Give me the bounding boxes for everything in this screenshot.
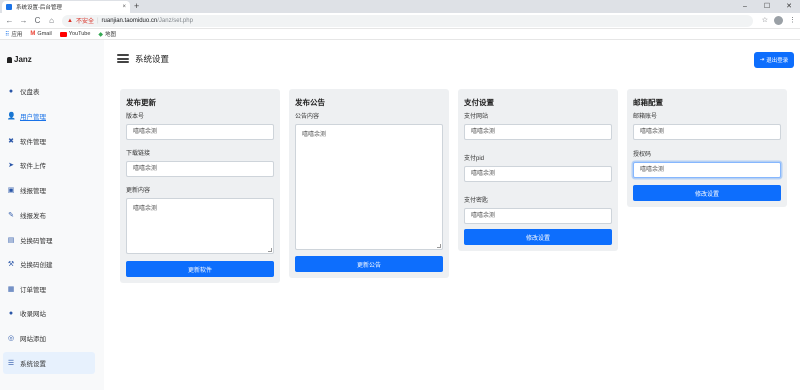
- sidebar-item-publish-report[interactable]: ✎ 线报发布: [3, 204, 95, 226]
- tab-close-icon[interactable]: ×: [122, 4, 126, 10]
- update-notice-button[interactable]: 更新公告: [295, 256, 443, 272]
- bookmark-apps[interactable]: ⠿ 应用: [5, 30, 22, 39]
- window-controls: – ☐ ✕: [734, 0, 800, 13]
- card-publish-notice: 发布公告 公告内容 嘻嘻余测 更新公告: [289, 89, 449, 278]
- version-input[interactable]: 嘻嘻余测: [126, 124, 274, 140]
- sidebar-item-add-site[interactable]: ◎ 网站添加: [3, 327, 95, 349]
- update-content-textarea[interactable]: 嘻嘻余测: [126, 198, 274, 254]
- auth-code-label: 授权码: [633, 152, 652, 158]
- url-path: /Janz/set.php: [157, 17, 193, 24]
- minimize-button[interactable]: –: [734, 0, 756, 13]
- update-software-button[interactable]: 更新软件: [126, 261, 274, 277]
- auth-code-input[interactable]: 嘻嘻余测: [633, 162, 781, 178]
- tools-icon: ✖: [8, 138, 14, 145]
- bookmark-youtube[interactable]: YouTube: [59, 31, 90, 37]
- browser-tab-strip: 系统设置-后台管理 × + – ☐ ✕: [0, 0, 800, 13]
- browser-menu-icon[interactable]: ⋮: [789, 16, 796, 25]
- toolbar-actions: ☆ ⋮: [762, 16, 796, 25]
- bookmark-star-icon[interactable]: ☆: [762, 16, 768, 25]
- sidebar-item-sites[interactable]: ● 收录网站: [3, 302, 95, 324]
- back-button[interactable]: ←: [4, 16, 15, 25]
- sidebar-item-users[interactable]: 👤 用户管理: [3, 105, 95, 127]
- sidebar-item-reports[interactable]: ▣ 线报管理: [3, 179, 95, 201]
- user-icon: 👤: [7, 113, 16, 120]
- version-label: 版本号: [126, 114, 145, 120]
- tab-title: 系统设置-后台管理: [16, 5, 62, 11]
- page-title: 系统设置: [135, 54, 170, 64]
- card-release-update: 发布更新 版本号 嘻嘻余测 下载链接 嘻嘻余测 更新内容 嘻嘻余测 更新软件: [120, 89, 280, 283]
- hammer-icon: ⚒: [7, 261, 15, 268]
- sidebar-item-dashboard[interactable]: ● 仪盘表: [3, 80, 95, 102]
- save-mail-button[interactable]: 修改设置: [633, 185, 781, 201]
- brand-name: Janz: [14, 55, 32, 64]
- globe-icon: ●: [8, 309, 14, 317]
- sidebar-item-orders[interactable]: ▦ 订单管理: [3, 278, 95, 300]
- sidebar: Janz ● 仪盘表 👤 用户管理 ✖ 软件管理 ➤ 软件上传 ▣ 线报管理 ✎…: [0, 40, 104, 390]
- resize-handle[interactable]: [437, 244, 441, 248]
- url-host: ruanjian.taomiduo.cn: [101, 17, 158, 24]
- pay-site-input[interactable]: 嘻嘻余测: [464, 124, 612, 140]
- list-icon: ☰: [7, 360, 15, 367]
- pay-pid-label: 支付pid: [464, 156, 485, 162]
- board-icon: ▣: [7, 187, 15, 194]
- close-window-button[interactable]: ✕: [778, 0, 800, 13]
- address-bar[interactable]: ▲ 不安全 | ruanjian.taomiduo.cn/Janz/set.ph…: [62, 14, 753, 27]
- url-text: ruanjian.taomiduo.cn/Janz/set.php: [102, 18, 193, 24]
- bookmark-maps[interactable]: ◆ 地图: [98, 30, 116, 39]
- sidebar-item-create-code[interactable]: ⚒ 兑换码创建: [3, 253, 95, 275]
- insecure-label: 不安全: [75, 19, 94, 25]
- home-button[interactable]: ⌂: [46, 16, 57, 25]
- resize-handle[interactable]: [268, 248, 272, 252]
- card-mail-config: 邮箱配置 邮箱账号 嘻嘻余测 授权码 嘻嘻余测 修改设置: [627, 89, 787, 207]
- pay-key-label: 支付密匙: [464, 198, 489, 204]
- logout-icon: ⇥: [759, 57, 765, 63]
- gmail-icon: M: [30, 31, 36, 37]
- logo-icon: [7, 56, 12, 63]
- maps-icon: ◆: [98, 31, 104, 38]
- pay-key-input[interactable]: 嘻嘻余测: [464, 208, 612, 224]
- notice-content-textarea[interactable]: 嘻嘻余测: [295, 124, 443, 250]
- apps-grid-icon: ⠿: [5, 31, 10, 38]
- youtube-icon: [59, 31, 67, 37]
- notice-content-label: 公告内容: [295, 114, 320, 120]
- orders-icon: ▦: [7, 286, 15, 293]
- forward-button[interactable]: →: [18, 16, 29, 25]
- sidebar-item-settings[interactable]: ☰ 系统设置: [3, 352, 95, 374]
- save-payment-button[interactable]: 修改设置: [464, 229, 612, 245]
- link-icon: ◎: [7, 335, 15, 342]
- download-link-label: 下载链接: [126, 151, 151, 157]
- new-tab-button[interactable]: +: [134, 1, 139, 12]
- card-title: 支付设置: [464, 98, 494, 107]
- bookmarks-bar: ⠿ 应用 M Gmail YouTube ◆ 地图: [0, 29, 800, 40]
- update-content-label: 更新内容: [126, 188, 151, 194]
- maximize-button[interactable]: ☐: [756, 0, 778, 13]
- card-title: 发布公告: [295, 98, 325, 107]
- profile-avatar[interactable]: [774, 16, 783, 25]
- edit-icon: ✎: [8, 212, 14, 219]
- mail-account-label: 邮箱账号: [633, 114, 658, 120]
- pay-site-label: 支付网站: [464, 114, 489, 120]
- sidebar-item-software[interactable]: ✖ 软件管理: [3, 130, 95, 152]
- menu-toggle-icon[interactable]: [117, 54, 129, 63]
- ticket-icon: ▤: [7, 237, 15, 244]
- browser-toolbar: ← → C ⌂ ▲ 不安全 | ruanjian.taomiduo.cn/Jan…: [0, 13, 800, 29]
- card-title: 发布更新: [126, 98, 156, 107]
- warning-icon: ▲: [67, 17, 73, 24]
- send-icon: ➤: [8, 162, 14, 169]
- bookmark-gmail[interactable]: M Gmail: [30, 31, 51, 37]
- browser-tab[interactable]: 系统设置-后台管理 ×: [2, 1, 130, 13]
- card-title: 邮箱配置: [633, 98, 663, 107]
- sidebar-item-codes[interactable]: ▤ 兑换码管理: [3, 229, 95, 251]
- dashboard-icon: ●: [8, 87, 14, 95]
- reload-button[interactable]: C: [32, 16, 43, 25]
- favicon-icon: [6, 4, 12, 10]
- logout-button[interactable]: ⇥ 退出登录: [754, 52, 794, 68]
- pay-pid-input[interactable]: 嘻嘻余测: [464, 166, 612, 182]
- sidebar-item-upload[interactable]: ➤ 软件上传: [3, 154, 95, 176]
- download-link-input[interactable]: 嘻嘻余测: [126, 161, 274, 177]
- mail-account-input[interactable]: 嘻嘻余测: [633, 124, 781, 140]
- brand-logo[interactable]: Janz: [7, 55, 32, 64]
- card-payment-settings: 支付设置 支付网站 嘻嘻余测 支付pid 嘻嘻余测 支付密匙 嘻嘻余测 修改设置: [458, 89, 618, 251]
- page-header: 系统设置 ⇥ 退出登录: [104, 40, 800, 76]
